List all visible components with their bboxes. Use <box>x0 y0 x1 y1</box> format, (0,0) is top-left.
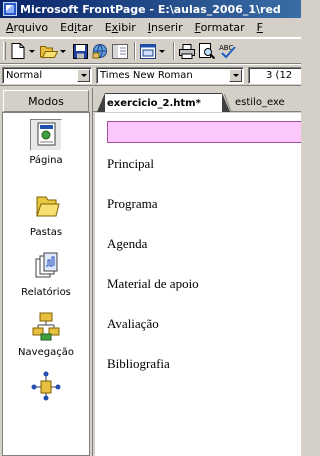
menu-exibir-label-pre: E <box>104 21 112 34</box>
menu-arquivo[interactable]: Arquivo <box>0 21 54 34</box>
nav-link-bibliografia[interactable]: Bibliografia <box>107 356 170 372</box>
new-page-button[interactable] <box>9 42 27 60</box>
print-icon <box>179 43 195 59</box>
style-select-value: Normal <box>6 69 43 81</box>
nav-link-principal[interactable]: Principal <box>107 156 154 172</box>
chevron-down-icon[interactable] <box>60 49 66 53</box>
views-bar-header[interactable]: Modos <box>3 90 89 112</box>
view-item-relatorios[interactable]: Relatórios <box>3 251 89 298</box>
frontpage-window: Microsoft FrontPage - E:\aulas_2006_1\re… <box>0 0 301 456</box>
chevron-down-icon[interactable] <box>229 68 242 82</box>
publish-button[interactable] <box>91 42 109 60</box>
font-size-select[interactable]: 3 (12 <box>248 66 301 84</box>
view-item-label: Relatórios <box>21 287 71 298</box>
tab-label: exercicio_2.htm* <box>107 97 201 109</box>
nav-link-material-de-apoio[interactable]: Material de apoio <box>107 276 199 292</box>
style-select[interactable]: Normal <box>2 66 92 84</box>
save-icon <box>72 43 88 59</box>
chevron-down-icon[interactable] <box>29 49 35 53</box>
spelling-button[interactable]: ABC <box>218 42 236 60</box>
chevron-down-icon[interactable] <box>159 49 165 53</box>
menu-editar-label: tar <box>77 21 93 34</box>
view-item-hyperlinks[interactable] <box>3 371 89 407</box>
toggle-pane-button[interactable] <box>111 42 129 60</box>
menu-inserir-label: nserir <box>151 21 183 34</box>
menu-arquivo-label: rquivo <box>13 21 49 34</box>
spelling-icon: ABC <box>219 44 236 59</box>
folder-list-icon <box>112 43 128 59</box>
page-view-icon <box>30 119 62 151</box>
menu-formatar-label: ormatar <box>200 21 245 34</box>
window-title: Microsoft FrontPage - E:\aulas_2006_1\re… <box>20 2 281 16</box>
web-component-icon <box>140 43 156 59</box>
nav-link-programa[interactable]: Programa <box>107 196 158 212</box>
view-item-label: Página <box>29 155 63 166</box>
page-editor[interactable]: Principal Programa Agenda Material de ap… <box>95 113 301 456</box>
new-page-icon <box>11 43 25 59</box>
title-bar[interactable]: Microsoft FrontPage - E:\aulas_2006_1\re… <box>0 0 301 18</box>
frontpage-app-icon[interactable] <box>3 2 17 16</box>
chevron-down-icon[interactable] <box>77 68 90 82</box>
view-item-navegacao[interactable]: Navegação <box>3 311 89 358</box>
menu-bar: Arquivo Editar Exibir Inserir Formatar F <box>0 18 301 38</box>
tab-label: estilo_exe <box>235 97 285 108</box>
font-select-value: Times New Roman <box>100 69 193 81</box>
views-bar-body: Página Pastas Relatórios Navegação <box>2 112 90 456</box>
tab-exercicio-2[interactable]: exercicio_2.htm* <box>97 93 230 112</box>
menu-exibir-label: ibir <box>118 21 136 34</box>
preview-button[interactable] <box>198 42 216 60</box>
menu-editar[interactable]: Editar <box>54 21 99 34</box>
views-bar: Modos Página Pastas Relatórios Navegação <box>0 88 93 456</box>
toolbar-grip[interactable] <box>3 42 6 60</box>
toolbar-separator <box>134 42 136 60</box>
menu-formatar[interactable]: Formatar <box>189 21 251 34</box>
hyperlinks-view-icon <box>30 371 62 403</box>
document-tabs: exercicio_2.htm* estilo_exe <box>93 90 301 112</box>
nav-link-agenda[interactable]: Agenda <box>107 236 147 252</box>
formatting-toolbar: Normal Times New Roman 3 (12 <box>0 64 301 86</box>
web-component-button[interactable] <box>139 42 157 60</box>
open-folder-icon <box>40 46 58 58</box>
preview-icon <box>199 43 215 59</box>
view-item-label: Pastas <box>29 227 63 238</box>
folder-view-icon <box>30 191 62 223</box>
font-size-select-value: 3 (12 <box>266 69 293 81</box>
toolbar-separator <box>173 42 175 60</box>
menu-editar-label-pre: Ed <box>60 21 75 34</box>
view-item-pastas[interactable]: Pastas <box>3 191 89 238</box>
save-button[interactable] <box>71 42 89 60</box>
menu-exibir[interactable]: Exibir <box>99 21 142 34</box>
standard-toolbar: ABC <box>0 38 301 64</box>
open-button[interactable] <box>40 42 58 60</box>
navigation-view-icon <box>30 311 62 343</box>
view-item-pagina[interactable]: Página <box>3 119 89 166</box>
menu-arquivo-mnemonic: A <box>6 21 14 34</box>
menu-inserir[interactable]: Inserir <box>142 21 189 34</box>
tab-estilo-exe[interactable]: estilo_exe <box>229 94 285 111</box>
document-area: exercicio_2.htm* estilo_exe Principal Pr… <box>93 88 301 456</box>
font-select[interactable]: Times New Roman <box>96 66 244 84</box>
reports-view-icon <box>30 251 62 283</box>
heading-banner[interactable] <box>107 121 301 143</box>
publish-web-icon <box>92 44 107 59</box>
print-button[interactable] <box>178 42 196 60</box>
view-item-label: Navegação <box>18 347 74 358</box>
menu-ferramentas[interactable]: F <box>251 21 269 34</box>
nav-link-avaliacao[interactable]: Avaliação <box>107 316 159 332</box>
menu-ferramentas-mnemonic: F <box>256 21 263 34</box>
